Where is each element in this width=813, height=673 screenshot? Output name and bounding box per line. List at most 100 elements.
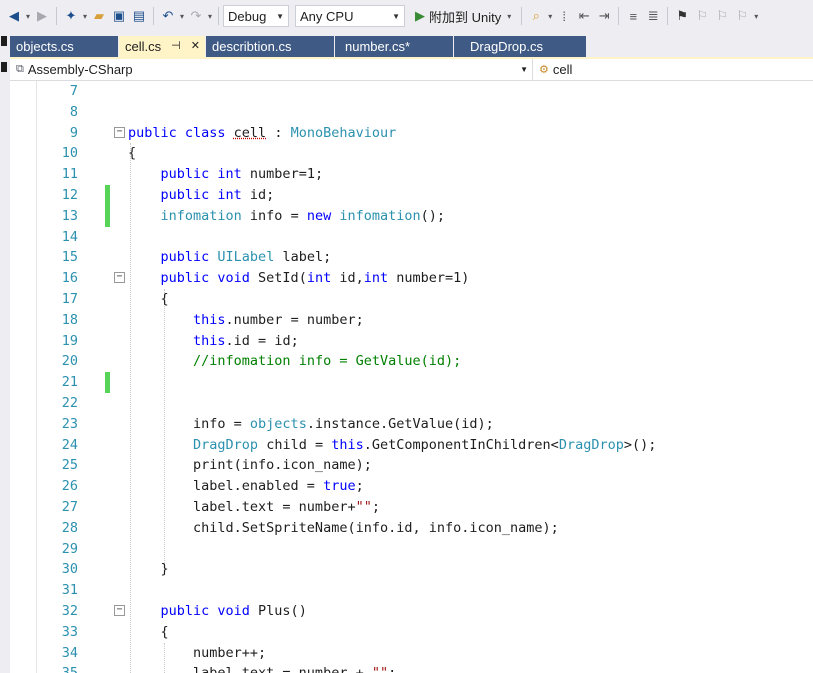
code-line[interactable]: 20 //infomation info = GetValue(id); — [10, 351, 813, 372]
code-line[interactable]: 31 — [10, 580, 813, 601]
code-line[interactable]: 17 { — [10, 289, 813, 310]
save-icon[interactable]: ▣ — [109, 5, 129, 27]
change-marker — [105, 185, 110, 206]
collapse-icon[interactable]: − — [114, 126, 125, 138]
find-dropdown-icon[interactable]: ▾ — [546, 12, 554, 21]
code-line[interactable]: 13 infomation info = new infomation(); — [10, 205, 813, 227]
code-token: id; — [241, 187, 275, 203]
new-project-icon[interactable]: ✦ — [61, 5, 81, 27]
code-line[interactable]: 24 DragDrop child = this.GetComponentInC… — [10, 435, 813, 456]
server-explorer-tab[interactable] — [1, 36, 7, 46]
code-line[interactable]: 11 public int number=1; — [10, 164, 813, 185]
code-token: info = — [128, 415, 250, 432]
code-token: this — [193, 311, 226, 328]
code-line[interactable]: 21 — [10, 372, 813, 393]
code-line[interactable]: 26 label.enabled = true; — [10, 476, 813, 497]
tab-objects-cs[interactable]: objects.cs — [10, 36, 118, 57]
code-text: label.text = number + ""; — [128, 663, 396, 673]
line-number: 29 — [61, 540, 78, 557]
solution-configuration-combo[interactable]: Debug ▼ — [223, 5, 289, 27]
code-text: label.text = number+""; — [128, 497, 380, 518]
toolbar-separator — [153, 7, 154, 25]
code-line[interactable]: 22 — [10, 393, 813, 414]
code-line[interactable]: 30 } — [10, 559, 813, 580]
next-bookmark-icon[interactable]: ⚐ — [712, 5, 732, 27]
tab-cell-cs[interactable]: cell.cs ⊣ ✕ — [119, 36, 205, 57]
line-number: 33 — [61, 623, 78, 640]
line-number: 12 — [61, 187, 78, 203]
clear-bookmarks-icon[interactable]: ⚐ — [732, 5, 752, 27]
code-line[interactable]: 28 child.SetSpriteName(info.id, info.ico… — [10, 518, 813, 539]
back-dropdown-icon[interactable]: ▾ — [24, 12, 32, 21]
tab-number-cs[interactable]: number.cs* — [335, 36, 453, 57]
toolbar-overflow-icon[interactable]: ▾ — [752, 12, 760, 21]
attach-unity-button[interactable]: ▶ 附加到 Unity ▾ — [411, 5, 517, 27]
chevron-down-icon[interactable]: ▾ — [505, 12, 513, 21]
code-line[interactable]: 23 info = objects.instance.GetValue(id); — [10, 414, 813, 435]
code-token: public int — [160, 187, 242, 203]
code-line[interactable]: 12 public int id; — [10, 185, 813, 206]
project-combo[interactable]: ⧉ Assembly-CSharp ▼ — [10, 59, 533, 80]
toolbox-tab[interactable] — [1, 62, 7, 72]
project-value: Assembly-CSharp — [27, 62, 133, 77]
code-token: .instance.GetValue(id); — [306, 415, 494, 432]
code-line[interactable]: 14 — [10, 227, 813, 248]
code-text: label.enabled = true; — [128, 476, 364, 497]
redo-icon[interactable]: ↷ — [186, 5, 206, 27]
close-icon[interactable]: ✕ — [191, 36, 200, 57]
step-icon[interactable]: ⁞ — [554, 5, 574, 27]
code-text: public int number=1; — [128, 164, 324, 185]
collapse-icon[interactable]: − — [114, 605, 125, 616]
code-text: public void Plus() — [128, 601, 307, 622]
code-line[interactable]: 8 — [10, 102, 813, 123]
tab-describtion-cs[interactable]: describtion.cs — [206, 36, 334, 57]
code-line[interactable]: 32 − public void Plus() — [10, 601, 813, 622]
code-line[interactable]: 27 label.text = number+""; — [10, 497, 813, 518]
comment-icon[interactable]: ≡ — [623, 5, 643, 27]
code-token: public void — [160, 270, 250, 287]
bookmark-icon[interactable]: ⚑ — [672, 5, 692, 27]
forward-icon[interactable]: ▶ — [32, 5, 52, 27]
code-line[interactable]: 9 − public class cell : MonoBehaviour — [10, 123, 813, 144]
code-line[interactable]: 25 print(info.icon_name); — [10, 455, 813, 476]
code-token: infomation — [160, 207, 242, 224]
solution-platform-combo[interactable]: Any CPU ▼ — [295, 5, 405, 27]
code-line[interactable]: 34 number++; — [10, 643, 813, 664]
outdent-icon[interactable]: ⇤ — [574, 5, 594, 27]
undo-dropdown-icon[interactable]: ▾ — [178, 12, 186, 21]
collapse-icon[interactable]: − — [114, 272, 125, 284]
code-line[interactable]: 33 { — [10, 622, 813, 643]
find-icon[interactable]: ⌕ — [526, 5, 546, 27]
prev-bookmark-icon[interactable]: ⚐ — [692, 5, 712, 27]
code-editor[interactable]: 7 8 9− public class cell : MonoBehaviour 10{… — [10, 81, 813, 673]
toolbar-separator — [56, 7, 57, 25]
line-number: 23 — [61, 415, 78, 432]
uncomment-icon[interactable]: ≣ — [643, 5, 663, 27]
indent-icon[interactable]: ⇥ — [594, 5, 614, 27]
code-line[interactable]: 18 this.number = number; — [10, 310, 813, 331]
code-line[interactable]: 7 — [10, 81, 813, 102]
code-line[interactable]: 19 this.id = id; — [10, 331, 813, 352]
tab-dragdrop-cs[interactable]: DragDrop.cs — [454, 36, 586, 57]
code-line[interactable]: 15 public UILabel label; — [10, 247, 813, 268]
code-token: new — [306, 207, 340, 224]
open-file-icon[interactable]: ▰ — [89, 5, 109, 27]
line-number: 32 — [61, 603, 78, 619]
new-dropdown-icon[interactable]: ▾ — [81, 12, 89, 21]
code-line[interactable]: 35 label.text = number + ""; — [10, 663, 813, 673]
code-text: this.id = id; — [128, 331, 299, 352]
pin-icon[interactable]: ⊣ — [171, 36, 181, 57]
line-number: 24 — [61, 436, 78, 453]
member-combo[interactable]: ⚙ cell — [533, 59, 813, 80]
save-all-icon[interactable]: ▤ — [129, 5, 149, 27]
code-text: public UILabel label; — [128, 247, 332, 268]
back-icon[interactable]: ◀ — [4, 5, 24, 27]
undo-icon[interactable]: ↶ — [158, 5, 178, 27]
code-line[interactable]: 10 { — [10, 143, 813, 164]
code-line[interactable]: 16− public void SetId(int id,int number=… — [10, 268, 813, 289]
code-line[interactable]: 29 — [10, 539, 813, 560]
code-token: label.text = number + — [128, 665, 372, 673]
toolbar-separator — [667, 7, 669, 25]
redo-dropdown-icon[interactable]: ▾ — [206, 12, 214, 21]
